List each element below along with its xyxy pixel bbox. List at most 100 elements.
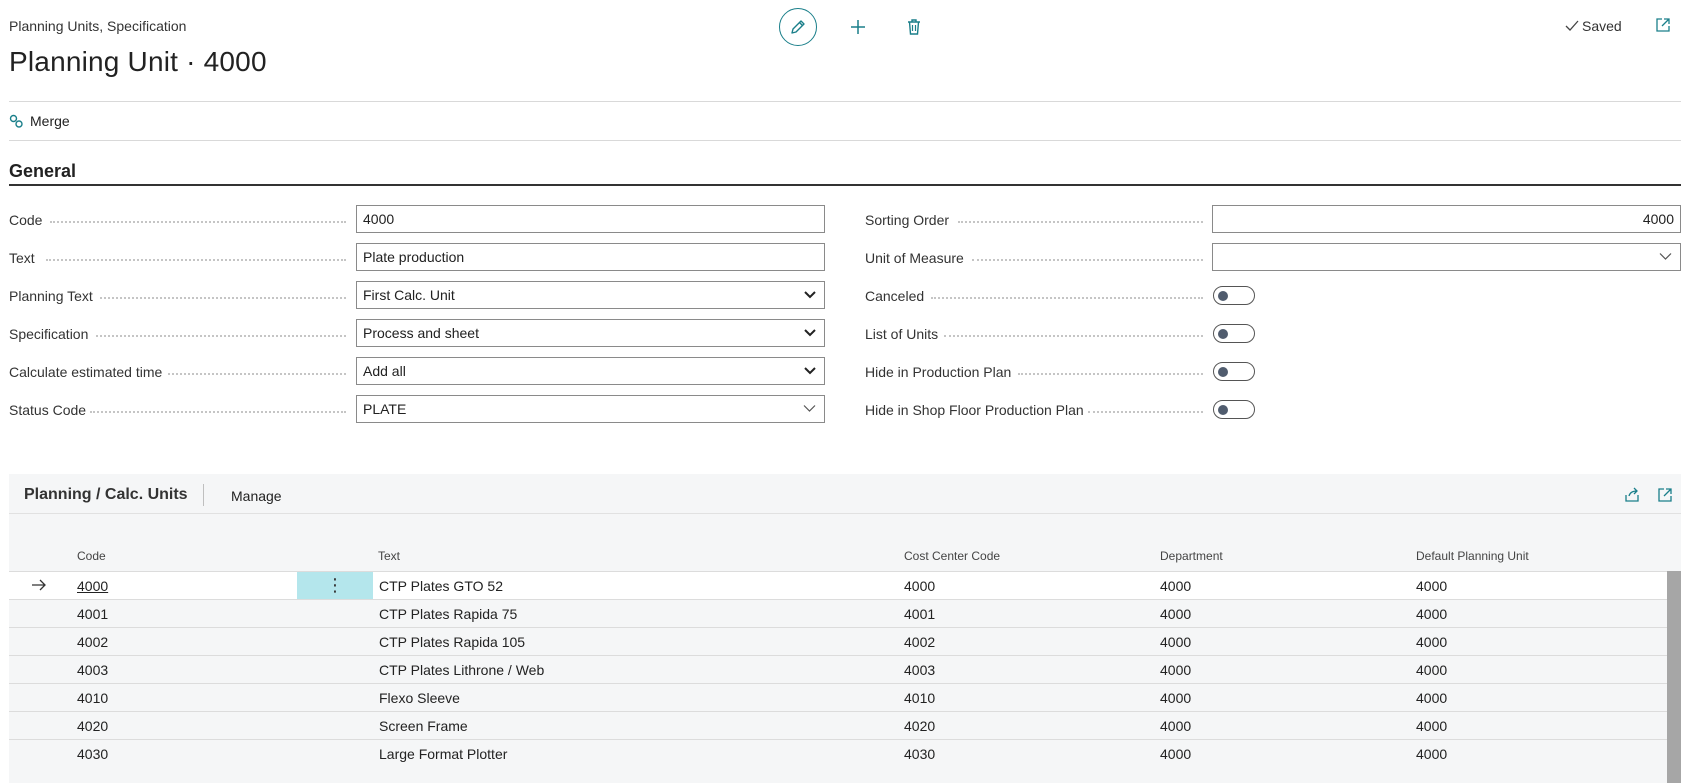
expand-part-button[interactable] xyxy=(1657,487,1673,508)
row-default-planning-unit: 4000 xyxy=(1416,578,1448,594)
sorting-order-field[interactable]: 4000 xyxy=(1212,205,1681,233)
status-code-lookup[interactable]: PLATE xyxy=(356,395,825,423)
toggle-knob xyxy=(1218,366,1228,377)
more-vertical-icon: ⋮ xyxy=(326,575,344,595)
row-code[interactable]: 4001 xyxy=(77,606,108,622)
planning-text-value: First Calc. Unit xyxy=(363,287,455,303)
row-cost-center-code: 4002 xyxy=(904,634,936,650)
dotted-leader xyxy=(958,221,1203,223)
table-row[interactable]: 4000 ⋮ CTP Plates GTO 52 4000 4000 4000 xyxy=(9,571,1667,599)
popout-icon xyxy=(1658,488,1672,502)
manage-menu[interactable]: Manage xyxy=(231,488,282,504)
column-header-text[interactable]: Text xyxy=(378,549,400,563)
code-value: 4000 xyxy=(363,211,395,227)
row-code[interactable]: 4003 xyxy=(77,662,108,678)
row-actions-button[interactable]: ⋮ xyxy=(297,572,373,599)
breadcrumb: Planning Units, Specification xyxy=(9,18,187,34)
dotted-leader xyxy=(96,335,346,337)
top-actions xyxy=(779,8,929,46)
hide-production-plan-label: Hide in Production Plan xyxy=(865,364,1012,380)
row-department: 4000 xyxy=(1160,634,1192,650)
row-default-planning-unit: 4000 xyxy=(1416,718,1448,734)
table-row[interactable]: 4001 CTP Plates Rapida 75 4001 4000 4000 xyxy=(9,599,1667,627)
header-divider xyxy=(9,101,1681,102)
table-row[interactable]: 4030 Large Format Plotter 4030 4000 4000 xyxy=(9,739,1667,767)
row-text: Large Format Plotter xyxy=(379,746,508,762)
list-of-units-toggle[interactable] xyxy=(1213,324,1255,343)
planning-text-select[interactable]: First Calc. Unit xyxy=(356,281,825,309)
row-cost-center-code: 4000 xyxy=(904,578,936,594)
dotted-leader xyxy=(944,335,1203,337)
row-department: 4000 xyxy=(1160,718,1192,734)
row-code[interactable]: 4010 xyxy=(77,690,108,706)
row-text: Screen Frame xyxy=(379,718,468,734)
dotted-leader xyxy=(90,411,346,413)
row-code[interactable]: 4020 xyxy=(77,718,108,734)
specification-label: Specification xyxy=(9,326,89,342)
row-default-planning-unit: 4000 xyxy=(1416,634,1448,650)
chevron-down-icon xyxy=(1659,253,1672,260)
row-cost-center-code: 4030 xyxy=(904,746,936,762)
status-code-value: PLATE xyxy=(363,401,407,417)
arrow-right-icon xyxy=(32,579,46,591)
text-value: Plate production xyxy=(363,249,465,265)
specification-select[interactable]: Process and sheet xyxy=(356,319,825,347)
unit-of-measure-lookup[interactable] xyxy=(1212,243,1681,271)
table-row[interactable]: 4002 CTP Plates Rapida 105 4002 4000 400… xyxy=(9,627,1667,655)
code-field[interactable]: 4000 xyxy=(356,205,825,233)
table-row[interactable]: 4020 Screen Frame 4020 4000 4000 xyxy=(9,711,1667,739)
dotted-leader xyxy=(46,259,346,261)
code-label: Code xyxy=(9,212,43,228)
row-cost-center-code: 4001 xyxy=(904,606,936,622)
dotted-leader xyxy=(1088,411,1203,413)
row-code[interactable]: 4030 xyxy=(77,746,108,762)
column-header-code[interactable]: Code xyxy=(77,549,106,563)
canceled-label: Canceled xyxy=(865,288,925,304)
chevron-down-icon xyxy=(804,291,816,299)
text-label: Text xyxy=(9,250,35,266)
new-button[interactable] xyxy=(843,12,873,42)
calc-estimated-time-label: Calculate estimated time xyxy=(9,364,163,380)
merge-action[interactable]: Merge xyxy=(9,113,70,129)
hide-shop-floor-plan-toggle[interactable] xyxy=(1213,400,1255,419)
canceled-toggle[interactable] xyxy=(1213,286,1255,305)
row-default-planning-unit: 4000 xyxy=(1416,662,1448,678)
chevron-down-icon xyxy=(804,329,816,337)
dotted-leader xyxy=(168,373,346,375)
popout-icon xyxy=(1656,18,1670,32)
column-header-default-planning-unit[interactable]: Default Planning Unit xyxy=(1416,549,1529,563)
share-button[interactable] xyxy=(1624,487,1641,508)
hide-shop-floor-plan-label: Hide in Shop Floor Production Plan xyxy=(865,402,1084,418)
open-new-window-button[interactable] xyxy=(1655,17,1671,38)
calc-estimated-time-select[interactable]: Add all xyxy=(356,357,825,385)
column-header-department[interactable]: Department xyxy=(1160,549,1223,563)
hide-production-plan-toggle[interactable] xyxy=(1213,362,1255,381)
page-title: Planning Unit · 4000 xyxy=(9,46,267,77)
grid-title-divider xyxy=(203,484,204,506)
chevron-down-icon xyxy=(804,367,816,375)
plus-icon xyxy=(851,20,865,34)
saved-status: Saved xyxy=(1565,18,1622,34)
dotted-leader xyxy=(100,297,346,299)
table-row[interactable]: 4003 CTP Plates Lithrone / Web 4003 4000… xyxy=(9,655,1667,683)
dotted-leader xyxy=(931,297,1203,299)
grid-scrollbar[interactable] xyxy=(1667,571,1681,783)
edit-button[interactable] xyxy=(779,8,817,46)
grid-title[interactable]: Planning / Calc. Units xyxy=(24,486,188,504)
dotted-leader xyxy=(1018,373,1203,375)
list-of-units-label: List of Units xyxy=(865,326,939,342)
column-header-cost-center-code[interactable]: Cost Center Code xyxy=(904,549,1000,563)
delete-button[interactable] xyxy=(899,12,929,42)
text-field[interactable]: Plate production xyxy=(356,243,825,271)
table-row[interactable]: 4010 Flexo Sleeve 4010 4000 4000 xyxy=(9,683,1667,711)
row-text: CTP Plates Rapida 75 xyxy=(379,606,518,622)
section-rule xyxy=(9,184,1681,186)
toggle-knob xyxy=(1218,404,1228,415)
row-code[interactable]: 4002 xyxy=(77,634,108,650)
sorting-order-label: Sorting Order xyxy=(865,212,950,228)
row-department: 4000 xyxy=(1160,690,1192,706)
row-text: Flexo Sleeve xyxy=(379,690,460,706)
row-code-link[interactable]: 4000 xyxy=(77,578,108,594)
row-cost-center-code: 4010 xyxy=(904,690,936,706)
section-title-general: General xyxy=(9,161,77,181)
